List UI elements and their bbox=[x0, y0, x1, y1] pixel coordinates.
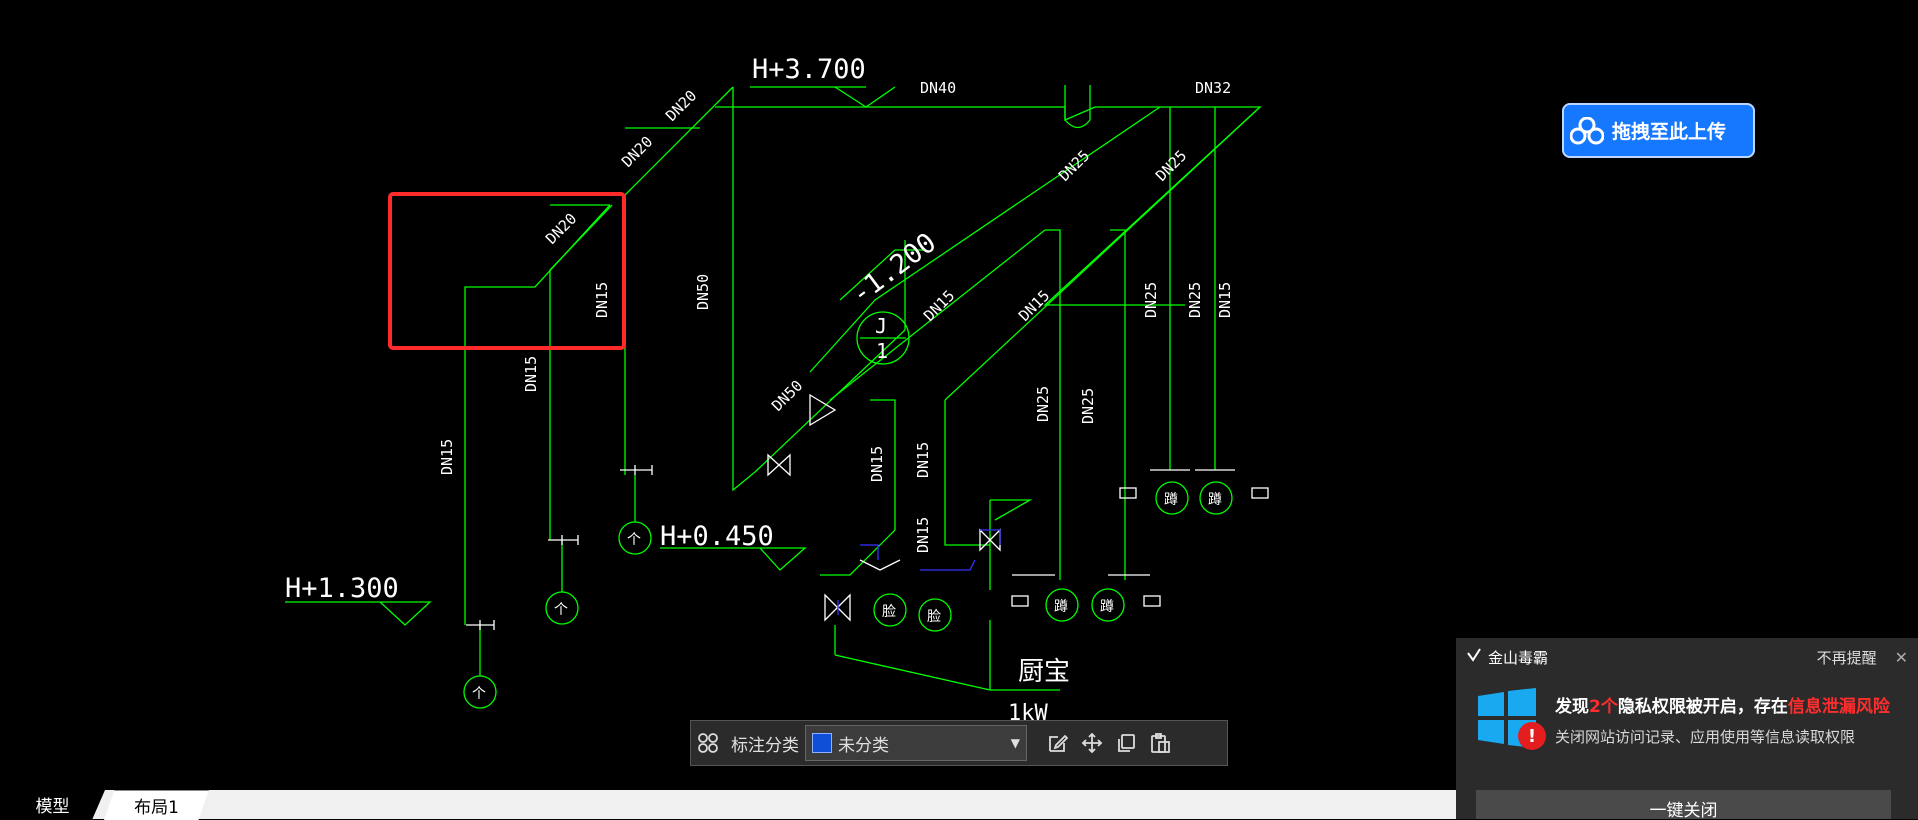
pipe-label: DN15 bbox=[920, 287, 958, 325]
basin-symbol: 脸 bbox=[882, 604, 896, 620]
pipe-label: DN15 bbox=[593, 282, 611, 318]
pipe-label: DN40 bbox=[920, 79, 956, 97]
tab-layout1[interactable]: 布局1 bbox=[104, 790, 209, 820]
grid-icon[interactable] bbox=[691, 726, 725, 760]
category-value: 未分类 bbox=[838, 735, 889, 756]
security-popup: 金山毒霸 不再提醒 ✕ ! 发现2个隐私权限被开启，存在信息泄漏风险 关闭网站访… bbox=[1456, 638, 1918, 819]
category-color-swatch bbox=[812, 733, 832, 753]
pipe-label: DN15 bbox=[868, 446, 886, 482]
category-label: 标注分类 bbox=[731, 735, 799, 756]
elevation-riser: -1.200 bbox=[846, 227, 943, 310]
pipe-label: DN15 bbox=[438, 439, 456, 475]
duba-logo-icon bbox=[1466, 647, 1482, 667]
cloud-icon bbox=[1562, 103, 1612, 158]
pipe-label: DN20 bbox=[618, 133, 656, 171]
squat-symbol: 蹲 bbox=[1054, 599, 1068, 615]
dismiss-link[interactable]: 不再提醒 bbox=[1817, 647, 1877, 668]
pipe-label: DN15 bbox=[914, 442, 932, 478]
pipe-label: DN15 bbox=[1015, 287, 1053, 325]
pipe-label: DN15 bbox=[914, 517, 932, 553]
squat-symbol: 蹲 bbox=[1164, 492, 1178, 508]
elevation-top: H+3.700 bbox=[752, 54, 866, 85]
title-prefix: 发现 bbox=[1555, 697, 1589, 717]
faucet-symbol: 个 bbox=[554, 602, 568, 618]
alert-icon: ! bbox=[1518, 722, 1546, 750]
pipe-label: DN50 bbox=[694, 274, 712, 310]
pipe-label: DN32 bbox=[1195, 79, 1231, 97]
pipe-label: DN20 bbox=[542, 210, 580, 248]
pipe-label: DN25 bbox=[1186, 282, 1204, 318]
tab-model[interactable]: 模型 bbox=[0, 790, 105, 819]
basin-symbol: 脸 bbox=[927, 609, 941, 625]
one-click-close-button[interactable]: 一键关闭 bbox=[1476, 790, 1891, 819]
pipe-label: DN25 bbox=[1034, 386, 1052, 422]
upload-label: 拖拽至此上传 bbox=[1612, 121, 1727, 143]
chevron-down-icon: ▼ bbox=[1010, 736, 1020, 750]
selection-rectangle[interactable] bbox=[388, 192, 626, 350]
room-label: 厨宝 bbox=[1018, 657, 1070, 687]
close-icon[interactable]: ✕ bbox=[1895, 648, 1908, 667]
pipe-label: DN15 bbox=[1216, 282, 1234, 318]
faucet-symbol: 个 bbox=[627, 532, 641, 548]
riser-number: 1 bbox=[876, 339, 888, 363]
edit-icon[interactable] bbox=[1041, 726, 1075, 760]
paste-icon[interactable] bbox=[1143, 726, 1177, 760]
title-count: 2个 bbox=[1589, 697, 1618, 717]
faucet-symbol: 个 bbox=[472, 686, 486, 702]
pipe-label: DN25 bbox=[1079, 388, 1097, 424]
move-icon[interactable] bbox=[1075, 726, 1109, 760]
upload-drop-widget[interactable]: 拖拽至此上传 bbox=[1562, 103, 1755, 158]
title-risk: 信息泄漏风险 bbox=[1787, 697, 1890, 717]
pipe-label: DN25 bbox=[1055, 147, 1093, 185]
popup-title: 发现2个隐私权限被开启，存在信息泄漏风险 bbox=[1555, 692, 1890, 717]
riser-letter: J bbox=[875, 314, 887, 338]
elevation-mid: H+0.450 bbox=[660, 521, 774, 552]
pipe-label: DN25 bbox=[1152, 147, 1190, 185]
elevation-left: H+1.300 bbox=[285, 573, 399, 604]
squat-symbol: 蹲 bbox=[1100, 599, 1114, 615]
pipe-label: DN15 bbox=[522, 356, 540, 392]
pipe-label: DN20 bbox=[662, 87, 700, 125]
pipe-label: DN25 bbox=[1142, 282, 1160, 318]
annotation-toolbar: 标注分类 未分类 ▼ bbox=[690, 720, 1228, 766]
popup-description: 关闭网站访问记录、应用使用等信息读取权限 bbox=[1555, 728, 1856, 746]
title-middle: 隐私权限被开启，存在 bbox=[1617, 697, 1788, 717]
squat-symbol: 蹲 bbox=[1208, 492, 1222, 508]
category-select[interactable]: 未分类 ▼ bbox=[805, 725, 1027, 761]
copy-icon[interactable] bbox=[1109, 726, 1143, 760]
popup-brand: 金山毒霸 bbox=[1488, 648, 1549, 667]
pipe-label: DN50 bbox=[768, 377, 806, 415]
